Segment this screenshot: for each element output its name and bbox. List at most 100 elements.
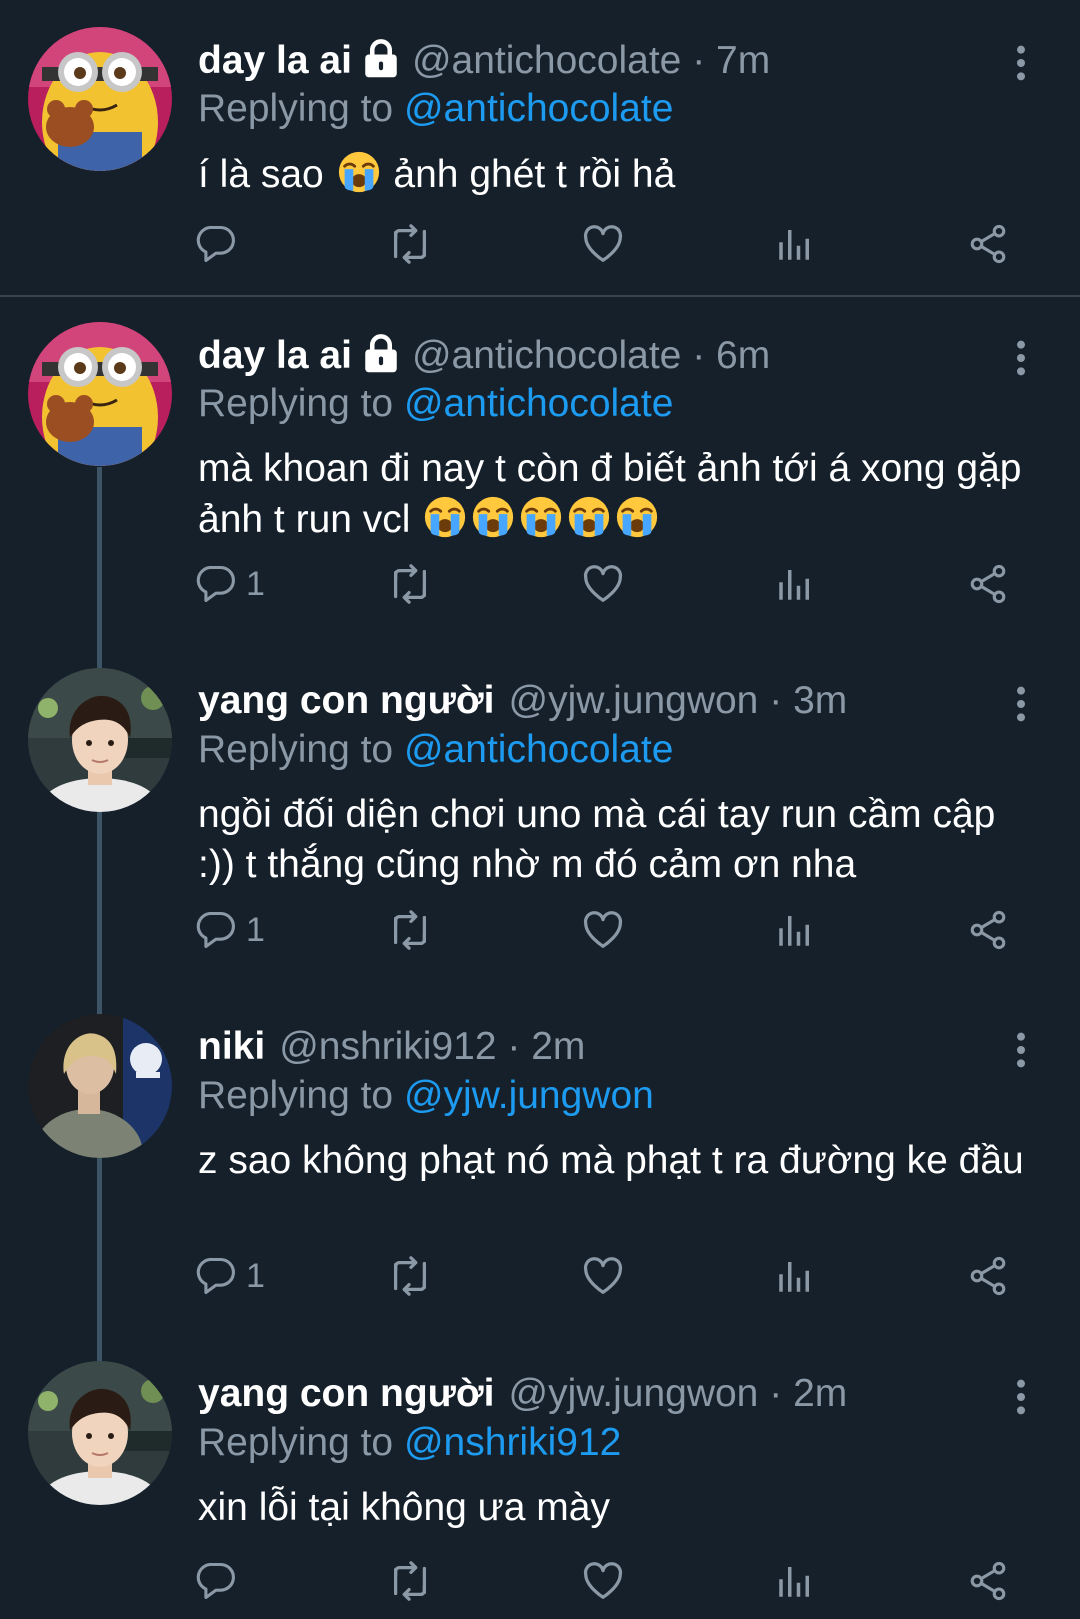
display-name[interactable]: yang con người bbox=[198, 679, 494, 722]
share-button[interactable] bbox=[966, 217, 1010, 271]
separator-dot: · bbox=[692, 334, 706, 377]
replying-to-label: Replying to bbox=[198, 728, 394, 771]
avatar[interactable] bbox=[28, 27, 172, 171]
user-photo-avatar-image bbox=[28, 1014, 172, 1158]
like-button[interactable] bbox=[580, 903, 626, 957]
replying-to-label: Replying to bbox=[198, 1074, 394, 1117]
tweet-text: ngồi đối diện chơi uno mà cái tay run cầ… bbox=[198, 793, 996, 886]
reply-button[interactable] bbox=[194, 217, 246, 271]
retweet-button[interactable] bbox=[387, 1249, 433, 1303]
share-icon bbox=[966, 1559, 1010, 1603]
share-icon bbox=[966, 562, 1010, 606]
lock-icon bbox=[360, 332, 402, 374]
action-bar: 1 bbox=[0, 1249, 1080, 1303]
more-vertical-icon[interactable] bbox=[1001, 684, 1041, 724]
retweet-icon bbox=[387, 221, 433, 267]
tweet-header: day la ai @antichocolate · 6m bbox=[198, 332, 770, 378]
replying-to-handle[interactable]: @antichocolate bbox=[404, 728, 673, 771]
replying-to: Replying to @antichocolate bbox=[198, 381, 673, 427]
display-name[interactable]: day la ai bbox=[198, 334, 352, 377]
views-button[interactable] bbox=[774, 1249, 816, 1303]
views-button[interactable] bbox=[774, 903, 816, 957]
reply-icon bbox=[194, 1254, 238, 1298]
tweet-header: yang con người @yjw.jungwon · 2m bbox=[198, 1371, 847, 1417]
views-button[interactable] bbox=[774, 1554, 816, 1608]
minion-avatar-image bbox=[28, 27, 172, 171]
tweet-text: z sao không phạt nó mà phạt t ra đường k… bbox=[198, 1139, 1024, 1182]
tweet-text-part: ảnh ghét t rồi hả bbox=[382, 153, 676, 196]
retweet-icon bbox=[387, 907, 433, 953]
more-vertical-icon[interactable] bbox=[1001, 338, 1041, 378]
replying-to: Replying to @nshriki912 bbox=[198, 1420, 621, 1466]
lock-icon bbox=[360, 37, 402, 79]
views-icon bbox=[774, 563, 816, 605]
separator-dot: · bbox=[507, 1025, 521, 1068]
tweet-text-part: í là sao bbox=[198, 153, 335, 196]
tweet-header: yang con người @yjw.jungwon · 3m bbox=[198, 678, 847, 724]
retweet-icon bbox=[387, 1253, 433, 1299]
user-handle[interactable]: @antichocolate bbox=[412, 39, 681, 82]
replying-to: Replying to @antichocolate bbox=[198, 86, 673, 132]
avatar[interactable] bbox=[28, 668, 172, 812]
more-vertical-icon[interactable] bbox=[1001, 1030, 1041, 1070]
replying-to-handle[interactable]: @nshriki912 bbox=[404, 1421, 621, 1464]
share-button[interactable] bbox=[966, 557, 1010, 611]
user-photo-avatar-image bbox=[28, 1361, 172, 1505]
retweet-button[interactable] bbox=[387, 557, 433, 611]
timestamp[interactable]: 3m bbox=[793, 679, 847, 722]
reply-button[interactable]: 1 bbox=[194, 1249, 265, 1303]
retweet-button[interactable] bbox=[387, 903, 433, 957]
replying-to: Replying to @antichocolate bbox=[198, 727, 673, 773]
like-button[interactable] bbox=[580, 1554, 626, 1608]
timestamp[interactable]: 2m bbox=[793, 1372, 847, 1415]
avatar[interactable] bbox=[28, 322, 172, 466]
action-bar bbox=[0, 217, 1080, 271]
reply-icon bbox=[194, 562, 238, 606]
like-button[interactable] bbox=[580, 557, 626, 611]
retweet-button[interactable] bbox=[387, 1554, 433, 1608]
user-handle[interactable]: @yjw.jungwon bbox=[508, 1372, 758, 1415]
user-handle[interactable]: @yjw.jungwon bbox=[508, 679, 758, 722]
display-name[interactable]: niki bbox=[198, 1025, 265, 1068]
share-button[interactable] bbox=[966, 1554, 1010, 1608]
replying-to: Replying to @yjw.jungwon bbox=[198, 1073, 654, 1119]
display-name[interactable]: day la ai bbox=[198, 39, 352, 82]
views-button[interactable] bbox=[774, 217, 816, 271]
reply-button[interactable]: 1 bbox=[194, 557, 265, 611]
separator-dot: · bbox=[769, 1372, 783, 1415]
views-icon bbox=[774, 909, 816, 951]
views-button[interactable] bbox=[774, 557, 816, 611]
like-button[interactable] bbox=[580, 217, 626, 271]
reply-button[interactable] bbox=[194, 1554, 246, 1608]
loudly-crying-face-emoji bbox=[336, 149, 382, 195]
share-button[interactable] bbox=[966, 903, 1010, 957]
minion-avatar-image bbox=[28, 322, 172, 466]
more-vertical-icon[interactable] bbox=[1001, 1377, 1041, 1417]
avatar[interactable] bbox=[28, 1014, 172, 1158]
user-handle[interactable]: @antichocolate bbox=[412, 334, 681, 377]
user-photo-avatar-image bbox=[28, 668, 172, 812]
loudly-crying-face-emoji bbox=[614, 494, 660, 540]
replying-to-handle[interactable]: @antichocolate bbox=[404, 87, 673, 130]
timestamp[interactable]: 7m bbox=[716, 39, 770, 82]
tweet-text: mà khoan đi nay t còn đ biết ảnh tới á x… bbox=[198, 444, 1038, 545]
replying-to-handle[interactable]: @yjw.jungwon bbox=[404, 1074, 654, 1117]
share-button[interactable] bbox=[966, 1249, 1010, 1303]
display-name[interactable]: yang con người bbox=[198, 1372, 494, 1415]
tweet-text: xin lỗi tại không ưa mày bbox=[198, 1486, 610, 1529]
timestamp[interactable]: 2m bbox=[531, 1025, 585, 1068]
reply-button[interactable]: 1 bbox=[194, 903, 265, 957]
retweet-button[interactable] bbox=[387, 217, 433, 271]
replying-to-handle[interactable]: @antichocolate bbox=[404, 382, 673, 425]
tweet-text: í là sao ảnh ghét t rồi hả bbox=[198, 149, 1038, 200]
loudly-crying-face-emoji bbox=[470, 494, 516, 540]
reply-count: 1 bbox=[246, 564, 265, 603]
like-button[interactable] bbox=[580, 1249, 626, 1303]
avatar[interactable] bbox=[28, 1361, 172, 1505]
user-handle[interactable]: @nshriki912 bbox=[279, 1025, 496, 1068]
heart-icon bbox=[580, 1253, 626, 1299]
reply-icon bbox=[194, 1559, 238, 1603]
more-vertical-icon[interactable] bbox=[1001, 43, 1041, 83]
tweet-header: niki @nshriki912 · 2m bbox=[198, 1024, 585, 1070]
timestamp[interactable]: 6m bbox=[716, 334, 770, 377]
